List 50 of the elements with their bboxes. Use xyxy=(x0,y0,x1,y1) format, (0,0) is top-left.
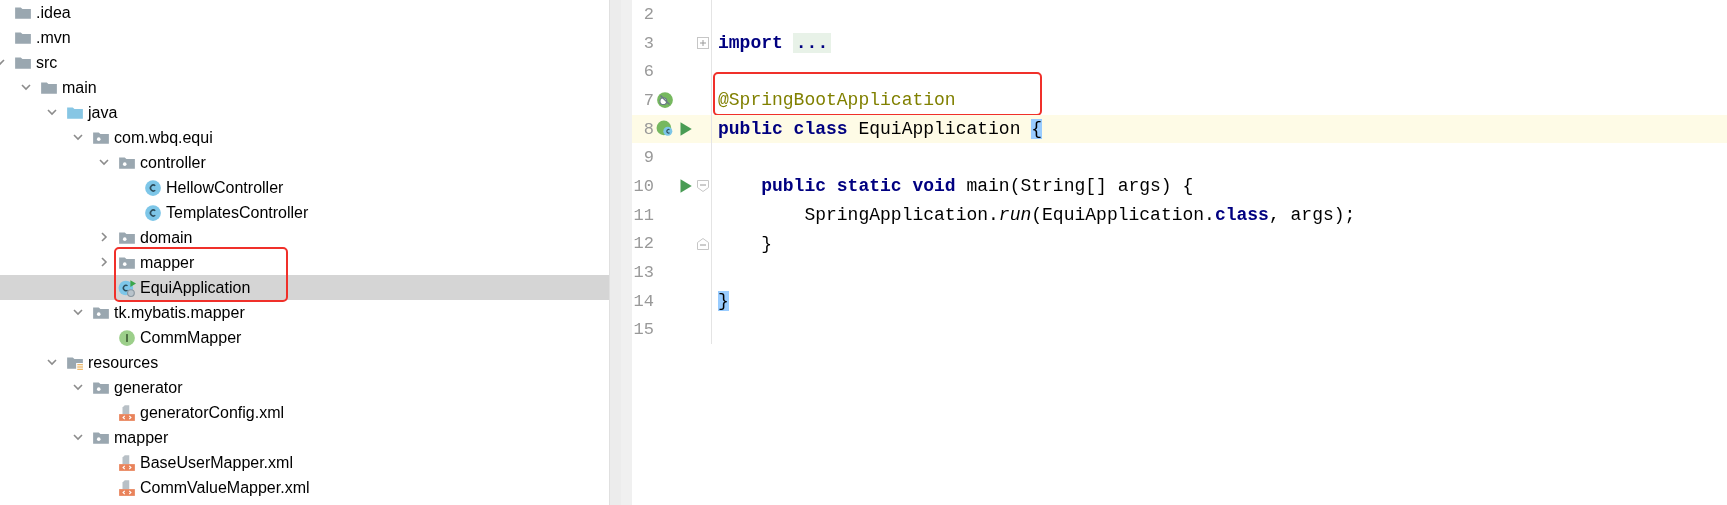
class-icon xyxy=(144,178,162,197)
class-icon xyxy=(144,203,162,222)
xml-file-icon xyxy=(118,403,136,422)
line-number: 8 xyxy=(642,119,654,139)
line-number: 7 xyxy=(642,90,654,110)
tree-item-label[interactable]: BaseUserMapper.xml xyxy=(140,453,293,472)
tree-item-label[interactable]: CommMapper xyxy=(140,328,242,347)
line-number: 13 xyxy=(632,263,654,283)
tree-item-label[interactable]: tk.mybatis.mapper xyxy=(114,303,245,322)
code-line: SpringApplication.run(EquiApplication.class, args); xyxy=(803,205,1356,226)
line-number: 6 xyxy=(642,62,654,82)
line-number: 2 xyxy=(642,4,654,24)
line-number: 15 xyxy=(632,320,654,340)
bean-icon xyxy=(656,91,674,110)
fold-icon[interactable] xyxy=(696,237,709,250)
line-number: 3 xyxy=(642,33,654,53)
tree-item-label[interactable]: .mvn xyxy=(36,28,71,47)
tree-item-label[interactable]: main xyxy=(62,78,97,97)
line-number: 12 xyxy=(632,234,654,254)
code-line: } xyxy=(760,233,772,254)
tree-item-label[interactable]: CommValueMapper.xml xyxy=(140,478,310,497)
tree-item-label[interactable]: mapper xyxy=(114,428,169,447)
tree-item-label[interactable]: generator xyxy=(114,378,183,397)
code-line: public static void main(String[] args) { xyxy=(760,176,1194,197)
bean-icon[interactable] xyxy=(656,120,674,139)
spring-class-icon xyxy=(118,278,136,297)
tree-item-label[interactable]: .idea xyxy=(36,3,71,22)
fold-expand-icon[interactable] xyxy=(696,37,709,50)
line-number: 10 xyxy=(632,176,654,196)
xml-file-icon xyxy=(118,453,136,472)
line-number: 11 xyxy=(632,205,654,225)
tree-item-label[interactable]: src xyxy=(36,53,58,72)
code-line: import ... xyxy=(712,33,832,54)
line-number: 14 xyxy=(632,291,654,311)
tree-item-label[interactable]: controller xyxy=(140,153,206,172)
tree-item-label[interactable]: EquiApplication xyxy=(140,278,251,297)
tree-item-label[interactable]: mapper xyxy=(140,253,195,272)
tree-item-label[interactable]: com.wbq.equi xyxy=(114,128,213,147)
tree-item-label[interactable]: domain xyxy=(140,228,193,247)
xml-file-icon xyxy=(118,478,136,497)
code-line: public class EquiApplication { xyxy=(717,119,1043,140)
code-line: @SpringBootApplication xyxy=(717,90,956,111)
fold-icon[interactable] xyxy=(696,180,709,193)
tree-item-label[interactable]: HellowController xyxy=(166,178,284,197)
line-number: 9 xyxy=(642,148,654,168)
tree-item-label[interactable]: resources xyxy=(88,353,159,372)
tree-item-label[interactable]: TemplatesController xyxy=(166,203,309,222)
tree-item-label[interactable]: java xyxy=(88,103,118,122)
tree-item-label[interactable]: generatorConfig.xml xyxy=(140,403,285,422)
interface-icon xyxy=(118,328,136,347)
